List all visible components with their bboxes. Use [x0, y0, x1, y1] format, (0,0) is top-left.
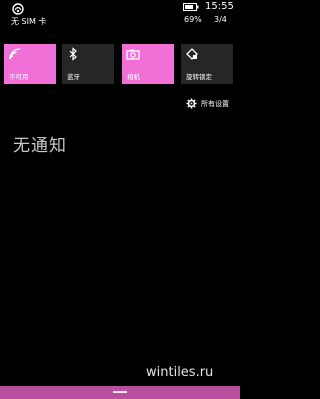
grip-icon: [113, 391, 127, 393]
page-indicator: 3/4: [214, 15, 227, 24]
camera-icon: [126, 49, 140, 60]
quick-action-bluetooth[interactable]: 蓝牙: [62, 44, 114, 84]
all-settings-label: 所有设置: [201, 100, 229, 108]
bluetooth-icon: [69, 47, 77, 61]
quick-action-camera[interactable]: 相机: [122, 44, 174, 84]
status-bar: 无 SIM 卡 15:55 69% 3/4: [0, 0, 240, 32]
carrier-label: 无 SIM 卡: [11, 17, 47, 26]
quick-action-camera-label: 相机: [127, 73, 140, 81]
watermark: wintiles.ru: [146, 365, 214, 380]
signal-icon: [12, 3, 24, 15]
wifi-icon: [9, 48, 21, 60]
quick-action-wifi-label: 不可用: [9, 73, 29, 81]
gear-icon: [186, 98, 197, 109]
quick-action-rotation-lock-label: 旋转锁定: [186, 73, 212, 81]
action-center-handle[interactable]: [0, 386, 240, 399]
battery-percent: 69%: [184, 15, 202, 24]
no-notifications-text: 无通知: [13, 136, 67, 156]
quick-action-bluetooth-label: 蓝牙: [67, 73, 80, 81]
quick-action-rotation-lock[interactable]: 旋转锁定: [181, 44, 233, 84]
clock: 15:55: [205, 1, 234, 12]
rotation-lock-icon: [186, 48, 198, 60]
battery-icon: [183, 3, 199, 11]
quick-action-wifi[interactable]: 不可用: [4, 44, 56, 84]
